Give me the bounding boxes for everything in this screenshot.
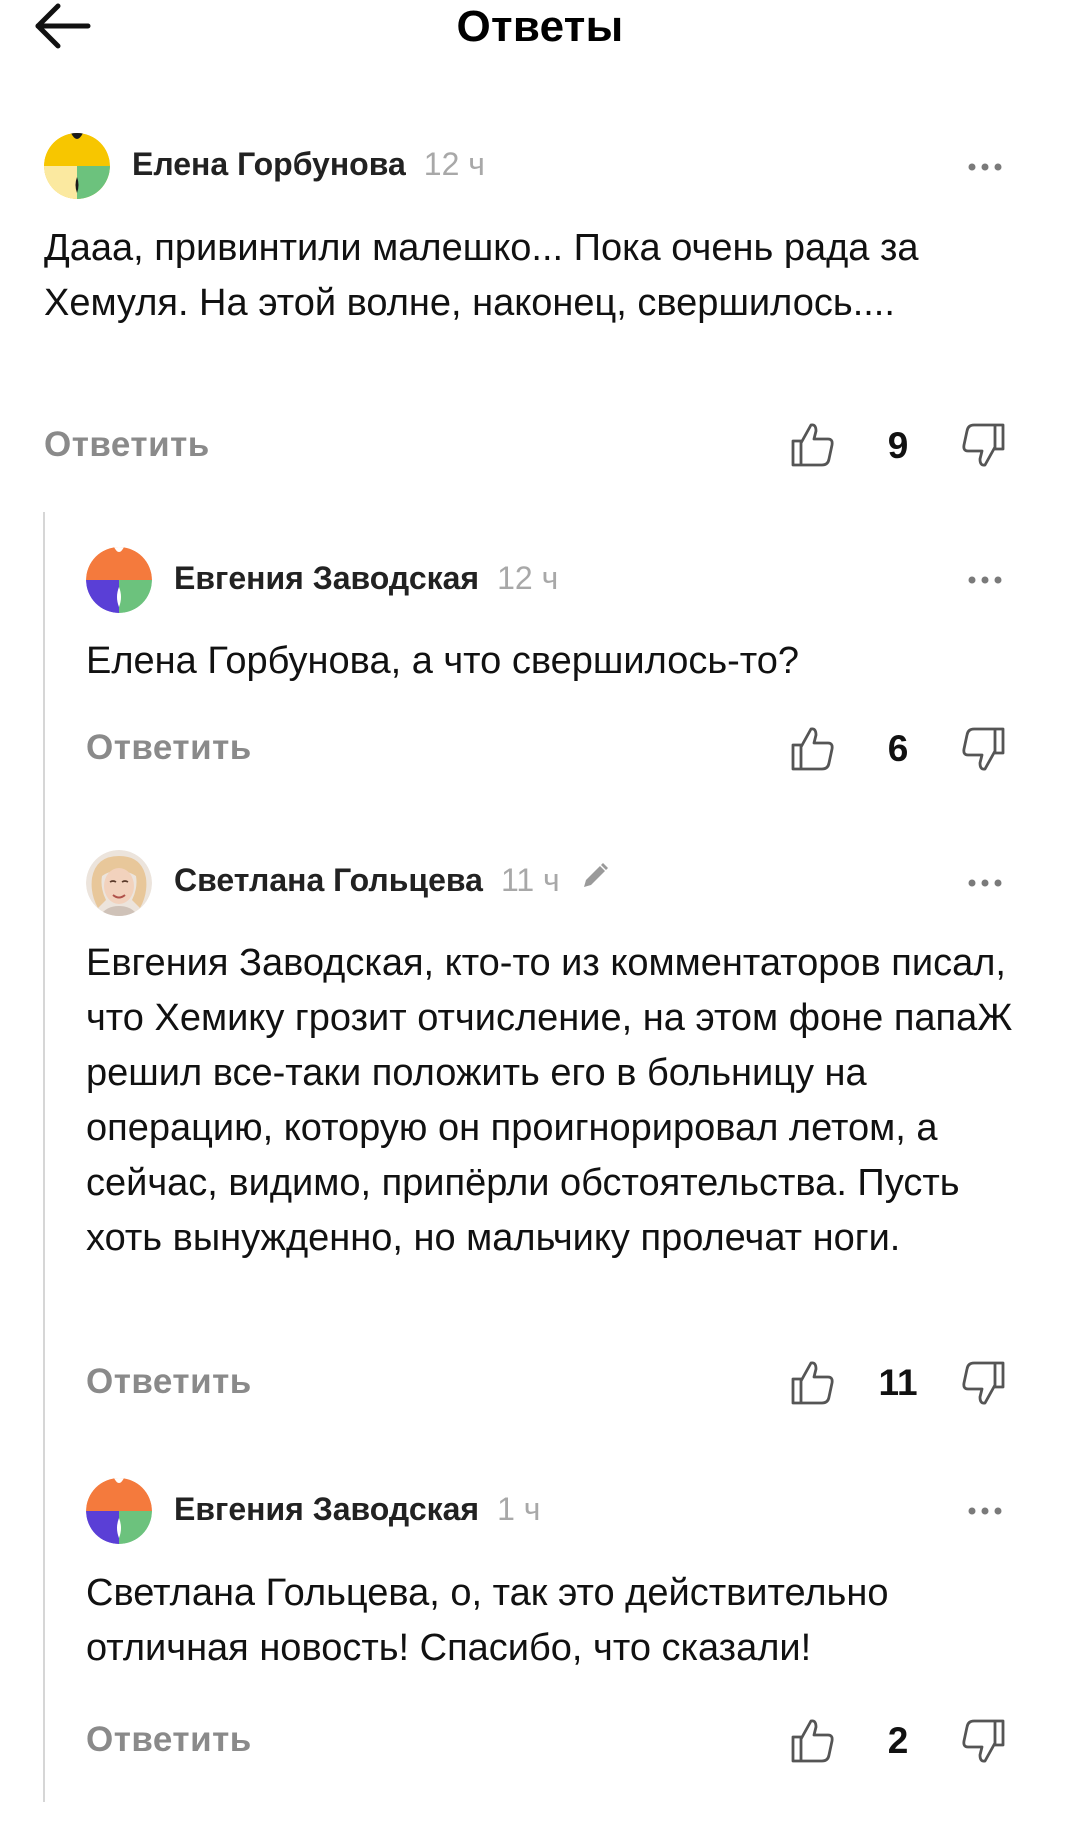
more-dots-icon (968, 163, 1002, 171)
thumbs-down-icon (962, 727, 1005, 771)
thumbs-up-icon (791, 423, 834, 467)
more-dots-icon (968, 1507, 1002, 1515)
thumbs-down-icon (962, 1719, 1005, 1763)
thumbs-up-icon (791, 1361, 834, 1405)
reply-button[interactable]: Ответить (44, 425, 210, 465)
like-count: 9 (887, 425, 909, 466)
comment-time: 12 ч (423, 146, 485, 182)
top-bar: Ответы (0, 0, 1080, 70)
more-options-button[interactable] (962, 868, 1012, 898)
more-dots-icon (968, 576, 1002, 584)
author-name-text: Евгения Заводская (174, 1491, 480, 1527)
like-count: 11 (878, 1362, 918, 1403)
reply-button[interactable]: Ответить (86, 728, 252, 768)
author-name-text: Елена Горбунова (132, 146, 406, 182)
comment-time: 1 ч (497, 1491, 541, 1527)
like-button[interactable] (788, 1717, 836, 1765)
flower-avatar-icon (86, 1478, 152, 1544)
more-options-button[interactable] (962, 1496, 1012, 1526)
avatar[interactable] (86, 547, 152, 613)
author-name-text: Евгения Заводская (174, 560, 480, 596)
thumbs-down-icon (962, 423, 1005, 467)
dislike-button[interactable] (960, 725, 1008, 773)
more-dots-icon (968, 879, 1002, 887)
like-count: 6 (887, 728, 909, 769)
more-options-button[interactable] (962, 152, 1012, 182)
dislike-button[interactable] (960, 1717, 1008, 1765)
like-button[interactable] (788, 725, 836, 773)
photo-avatar-icon (86, 850, 152, 916)
page-title: Ответы (456, 2, 624, 51)
author-name-text: Светлана Гольцева (174, 862, 483, 898)
avatar[interactable] (86, 1478, 152, 1544)
thumbs-up-icon (791, 727, 834, 771)
like-count: 2 (887, 1720, 909, 1761)
comment-text: Евгения Заводская, кто-то из комментатор… (86, 942, 1013, 1259)
author-name[interactable]: Евгения Заводская 12 ч (174, 560, 558, 597)
author-name[interactable]: Елена Горбунова 12 ч (132, 146, 485, 183)
like-button[interactable] (788, 421, 836, 469)
dislike-button[interactable] (960, 421, 1008, 469)
avatar[interactable] (44, 133, 110, 199)
thumbs-down-icon (962, 1361, 1005, 1405)
flower-avatar-icon (86, 547, 152, 613)
comment-text: Светлана Гольцева, о, так это действител… (86, 1572, 889, 1669)
pencil-icon (580, 861, 610, 899)
comment-time: 11 ч (500, 862, 560, 898)
like-button[interactable] (788, 1359, 836, 1407)
thumbs-up-icon (791, 1719, 834, 1763)
author-name[interactable]: Евгения Заводская 1 ч (174, 1491, 540, 1528)
comment-text: Дааа, привинтили малешко... Пока очень р… (44, 227, 919, 324)
avatar[interactable] (86, 850, 152, 916)
flower-avatar-icon (44, 133, 110, 199)
reply-button[interactable]: Ответить (86, 1720, 252, 1760)
author-name[interactable]: Светлана Гольцева 11 ч (174, 862, 610, 899)
dislike-button[interactable] (960, 1359, 1008, 1407)
more-options-button[interactable] (962, 565, 1012, 595)
comment-time: 12 ч (497, 560, 559, 596)
comment-text: Елена Горбунова, а что свершилось-то? (86, 640, 800, 682)
reply-button[interactable]: Ответить (86, 1362, 252, 1402)
thread-line (43, 512, 45, 1802)
